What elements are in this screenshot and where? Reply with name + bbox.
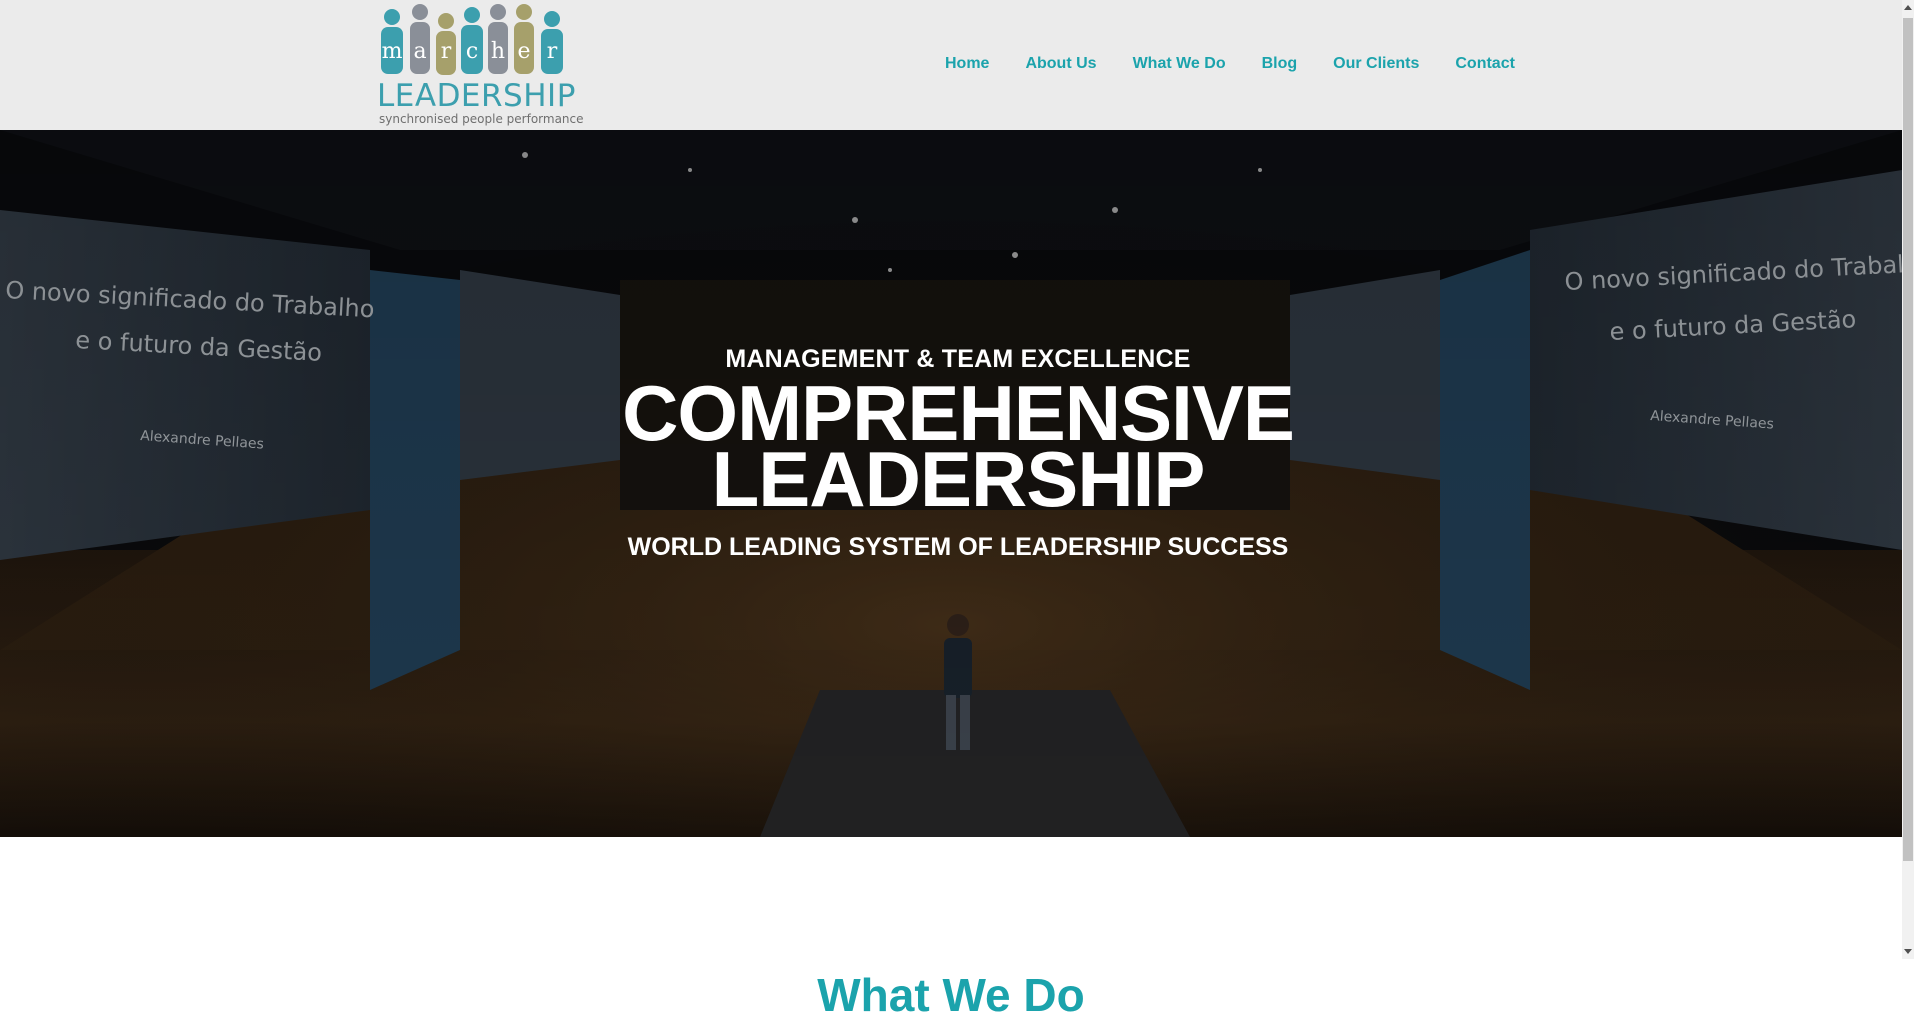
nav-about-us[interactable]: About Us: [1025, 53, 1096, 75]
page-scrollbar[interactable]: [1902, 0, 1914, 959]
logo-figures: m a r c h e r: [381, 4, 563, 75]
logo-letter-m: m: [382, 39, 403, 64]
logo-letter-r: r: [441, 39, 452, 64]
scroll-up-arrow-icon[interactable]: [1904, 5, 1912, 10]
main-nav: Home About Us What We Do Blog Our Client…: [945, 53, 1515, 75]
nav-blog[interactable]: Blog: [1262, 53, 1298, 75]
scroll-thumb[interactable]: [1903, 18, 1913, 861]
nav-our-clients[interactable]: Our Clients: [1333, 53, 1419, 75]
nav-home[interactable]: Home: [945, 53, 989, 75]
logo-wordmark: LEADERSHIP: [377, 78, 576, 114]
site-header: m a r c h e r LEADERSHIP synchronised pe…: [0, 0, 1902, 130]
logo-letter-c: c: [466, 39, 478, 64]
hero-subheadline: WORLD LEADING SYSTEM OF LEADERSHIP SUCCE…: [627, 533, 1289, 561]
nav-what-we-do[interactable]: What We Do: [1133, 53, 1226, 75]
logo-letter-h: h: [491, 39, 505, 64]
hero-banner: O novo significado do Trabalho e o futur…: [0, 130, 1902, 837]
logo-letter-e: e: [517, 39, 530, 64]
hero-headline: COMPREHENSIVE LEADERSHIP: [0, 374, 1902, 523]
scroll-down-arrow-icon[interactable]: [1904, 949, 1912, 954]
section-title-what-we-do: What We Do: [817, 969, 1085, 1022]
logo-letter-r2: r: [547, 39, 558, 64]
hero-headline-line2: LEADERSHIP: [711, 435, 1206, 523]
marcher-leadership-logo[interactable]: m a r c h e r LEADERSHIP synchronised pe…: [377, 0, 584, 128]
logo-tagline: synchronised people performance: [379, 112, 584, 126]
logo-letter-a: a: [413, 39, 426, 64]
nav-contact[interactable]: Contact: [1455, 53, 1515, 75]
